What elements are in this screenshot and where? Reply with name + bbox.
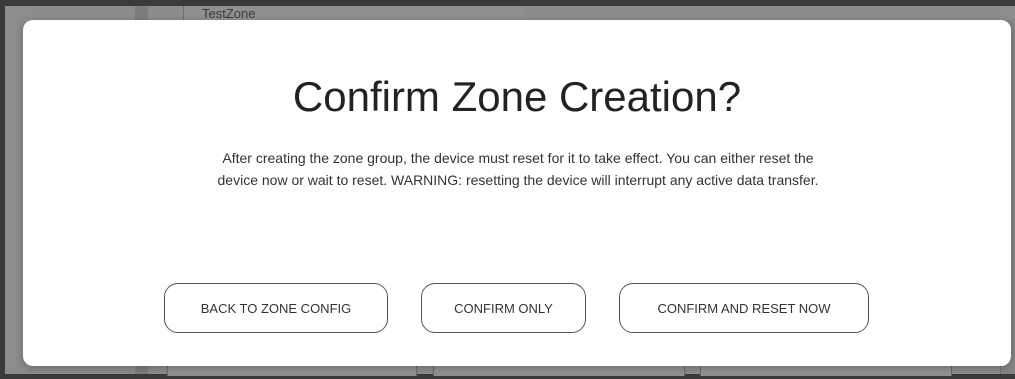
confirm-and-reset-button[interactable]: CONFIRM AND RESET NOW: [619, 283, 869, 333]
background-zone-card: [167, 366, 417, 376]
background-zone-card: [700, 366, 952, 376]
background-zone-card: [433, 366, 685, 376]
dialog-message: After creating the zone group, the devic…: [217, 150, 819, 188]
confirm-only-button[interactable]: CONFIRM ONLY: [421, 283, 586, 333]
dialog-title: Confirm Zone Creation?: [292, 73, 742, 120]
window-frame-left: [0, 0, 5, 379]
confirm-zone-dialog: Confirm Zone Creation? After creating th…: [23, 20, 1011, 366]
zone-name-field: TestZone: [183, 6, 524, 21]
back-to-zone-config-button[interactable]: BACK TO ZONE CONFIG: [164, 283, 388, 333]
zone-name-value: TestZone: [202, 6, 256, 21]
